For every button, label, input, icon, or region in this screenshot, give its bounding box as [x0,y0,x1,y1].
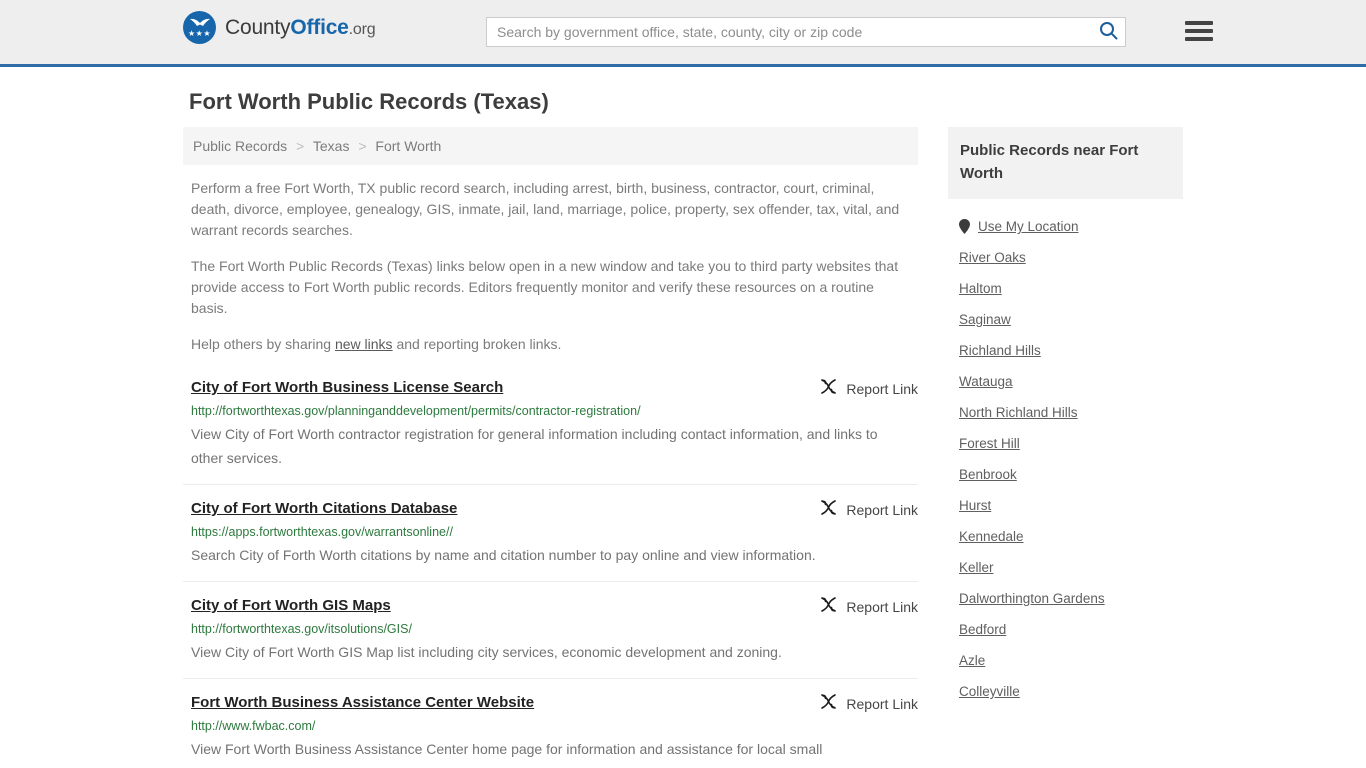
record-url: http://fortworthtexas.gov/itsolutions/GI… [191,622,412,636]
sidebar-list-item[interactable]: Use My Location [948,211,1183,242]
sidebar-link[interactable]: Haltom [959,281,1002,296]
logo-office-text: Office [290,15,349,39]
logo-org-text: .org [348,20,376,38]
content-layout: Public Records > Texas > Fort Worth Perf… [183,127,1183,768]
report-link-button[interactable]: Report Link [820,378,918,400]
sidebar-link[interactable]: Kennedale [959,529,1024,544]
sidebar-link[interactable]: North Richland Hills [959,405,1078,420]
sidebar-list-item[interactable]: Saginaw [948,304,1183,335]
help-suffix-text: and reporting broken links. [392,336,562,352]
report-link-label: Report Link [846,502,918,518]
site-header: ★★★ CountyOffice.org [0,0,1366,67]
new-links-link[interactable]: new links [335,336,393,352]
sidebar-link[interactable]: Hurst [959,498,991,513]
map-pin-icon [959,219,970,234]
sidebar-link[interactable]: Dalworthington Gardens [959,591,1105,606]
sidebar-list-item[interactable]: Richland Hills [948,335,1183,366]
broken-link-icon [820,378,837,400]
sidebar-link[interactable]: Keller [959,560,994,575]
sidebar-link[interactable]: Colleyville [959,684,1020,699]
search-button[interactable] [1091,18,1125,46]
sidebar-list-item[interactable]: Benbrook [948,459,1183,490]
main-column: Public Records > Texas > Fort Worth Perf… [183,127,918,768]
breadcrumb-separator: > [296,138,305,154]
sidebar-link[interactable]: River Oaks [959,250,1026,265]
help-paragraph: Help others by sharing new links and rep… [191,334,903,355]
record-item: Report Link City of Fort Worth GIS Maps ht… [183,581,918,678]
search-bar[interactable] [486,17,1126,47]
sidebar-link[interactable]: Richland Hills [959,343,1041,358]
sidebar-list-item[interactable]: North Richland Hills [948,397,1183,428]
record-title-link[interactable]: City of Fort Worth Citations Database [191,500,457,517]
record-url: http://www.fwbac.com/ [191,719,316,733]
eagle-shield-icon: ★★★ [183,11,216,44]
sidebar-list-item[interactable]: Kennedale [948,521,1183,552]
menu-bar-1 [1185,21,1213,25]
page-container: Fort Worth Public Records (Texas) Public… [183,89,1183,768]
sidebar-list-item[interactable]: Forest Hill [948,428,1183,459]
report-link-button[interactable]: Report Link [820,499,918,521]
report-link-label: Report Link [846,599,918,615]
sidebar-link[interactable]: Forest Hill [959,436,1020,451]
broken-link-icon [820,693,837,715]
header-inner: ★★★ CountyOffice.org [183,0,1213,64]
report-link-button[interactable]: Report Link [820,693,918,715]
sidebar-list-item[interactable]: Haltom [948,273,1183,304]
sidebar-list-item[interactable]: Keller [948,552,1183,583]
sidebar-list-item[interactable]: Dalworthington Gardens [948,583,1183,614]
record-title-link[interactable]: City of Fort Worth GIS Maps [191,597,391,614]
search-input[interactable] [487,18,1091,46]
record-item: Report Link Fort Worth Business Assistanc… [183,678,918,768]
site-logo-text: CountyOffice.org [225,15,376,40]
record-title-link[interactable]: Fort Worth Business Assistance Center We… [191,694,534,711]
sidebar-list-item[interactable]: River Oaks [948,242,1183,273]
broken-link-icon [820,499,837,521]
logo-county-text: County [225,15,291,39]
report-link-label: Report Link [846,381,918,397]
record-description: View City of Fort Worth contractor regis… [191,426,878,466]
breadcrumb-separator: > [358,138,367,154]
help-prefix-text: Help others by sharing [191,336,335,352]
report-link-label: Report Link [846,696,918,712]
breadcrumb: Public Records > Texas > Fort Worth [183,127,918,165]
search-icon [1099,21,1118,43]
sidebar-link[interactable]: Benbrook [959,467,1017,482]
menu-bar-3 [1185,37,1213,41]
record-url: http://fortworthtexas.gov/planninganddev… [191,404,641,418]
stars-icon: ★★★ [187,29,211,38]
sidebar-list-item[interactable]: Colleyville [948,676,1183,707]
sidebar-list-item[interactable]: Hurst [948,490,1183,521]
sidebar-link[interactable]: Bedford [959,622,1006,637]
record-title-link[interactable]: City of Fort Worth Business License Sear… [191,379,503,396]
record-description: View Fort Worth Business Assistance Cent… [191,741,823,768]
sidebar-nearby-list: Use My Location River Oaks Haltom Saginaw Ri… [948,211,1183,707]
sidebar-list-item[interactable]: Azle [948,645,1183,676]
record-item: Report Link City of Fort Worth Business L… [183,377,918,484]
record-item: Report Link City of Fort Worth Citations … [183,484,918,581]
page-title: Fort Worth Public Records (Texas) [189,89,549,114]
sidebar-heading: Public Records near Fort Worth [948,127,1183,199]
record-list: Report Link City of Fort Worth Business L… [183,377,918,768]
intro-paragraph-2: The Fort Worth Public Records (Texas) li… [191,258,899,316]
breadcrumb-item-public-records[interactable]: Public Records [193,138,287,154]
sidebar-link[interactable]: Use My Location [978,219,1079,234]
sidebar-list-item[interactable]: Bedford [948,614,1183,645]
hamburger-menu-icon[interactable] [1185,17,1213,45]
report-link-button[interactable]: Report Link [820,596,918,618]
breadcrumb-item-texas[interactable]: Texas [313,138,350,154]
broken-link-icon [820,596,837,618]
record-description: Search City of Forth Worth citations by … [191,547,816,563]
intro-paragraph-1: Perform a free Fort Worth, TX public rec… [191,180,900,238]
menu-bar-2 [1185,29,1213,33]
breadcrumb-item-fort-worth[interactable]: Fort Worth [375,138,441,154]
record-description: View City of Fort Worth GIS Map list inc… [191,644,782,660]
sidebar-link[interactable]: Azle [959,653,985,668]
site-logo[interactable]: ★★★ CountyOffice.org [183,11,376,44]
record-url: https://apps.fortworthtexas.gov/warrants… [191,525,453,539]
sidebar: Public Records near Fort Worth Use My Lo… [948,127,1183,707]
sidebar-link[interactable]: Watauga [959,374,1013,389]
sidebar-link[interactable]: Saginaw [959,312,1011,327]
sidebar-list-item[interactable]: Watauga [948,366,1183,397]
